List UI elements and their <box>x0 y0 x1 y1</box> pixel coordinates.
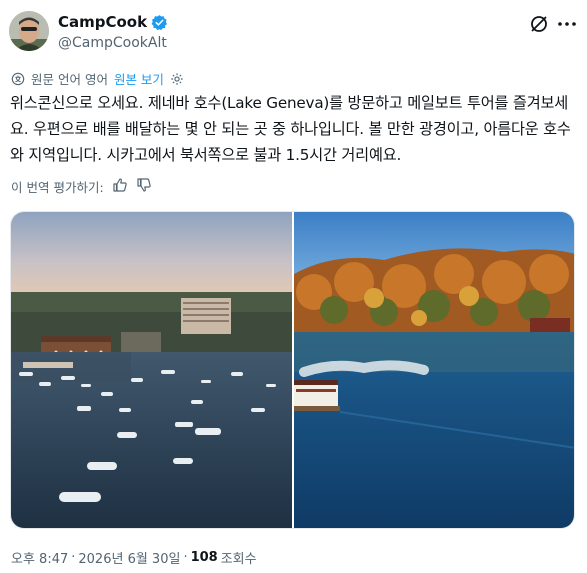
tweet-time[interactable]: 오후 8:47 <box>11 548 68 567</box>
media-image-lake-town[interactable] <box>11 212 292 528</box>
tweet-meta: 오후 8:47 · 2026년 6월 30일 · 108 조회수 <box>11 548 257 567</box>
more-options-icon[interactable] <box>556 14 578 34</box>
thumbs-down-icon[interactable] <box>136 177 152 196</box>
translation-source-label: 원문 언어 영어 <box>31 72 108 87</box>
settings-gear-icon[interactable] <box>170 72 184 86</box>
rate-translation-label: 이 번역 평가하기: <box>11 180 104 195</box>
translate-icon <box>11 72 25 86</box>
media-image-steamboat[interactable] <box>293 212 574 528</box>
lake-town-dusk-image-icon <box>11 212 292 528</box>
tweet-media[interactable] <box>10 211 575 529</box>
avatar-photo-icon <box>9 11 49 51</box>
show-original-link[interactable]: 원본 보기 <box>114 69 164 88</box>
views-label: 조회수 <box>220 552 257 567</box>
avatar[interactable] <box>9 11 49 51</box>
verified-badge-icon <box>151 14 168 31</box>
author-handle[interactable]: @CampCookAlt <box>58 35 167 51</box>
grok-icon[interactable] <box>529 14 549 34</box>
rate-translation-row: 이 번역 평가하기: <box>11 177 152 196</box>
autumn-shore-steamboat-image-icon <box>293 212 574 528</box>
thumbs-up-icon[interactable] <box>112 177 128 196</box>
author-display-name[interactable]: CampCook <box>58 13 147 31</box>
translation-notice: 원문 언어 영어 원본 보기 <box>11 69 184 88</box>
views-count: 108 <box>190 550 218 565</box>
author-name-row: CampCook <box>58 13 168 31</box>
meta-separator: · <box>71 550 76 565</box>
tweet-text: 위스콘신으로 오세요. 제네바 호수(Lake Geneva)를 방문하고 메일… <box>10 94 571 164</box>
meta-separator: · <box>183 550 188 565</box>
tweet-date[interactable]: 2026년 6월 30일 <box>78 548 180 567</box>
